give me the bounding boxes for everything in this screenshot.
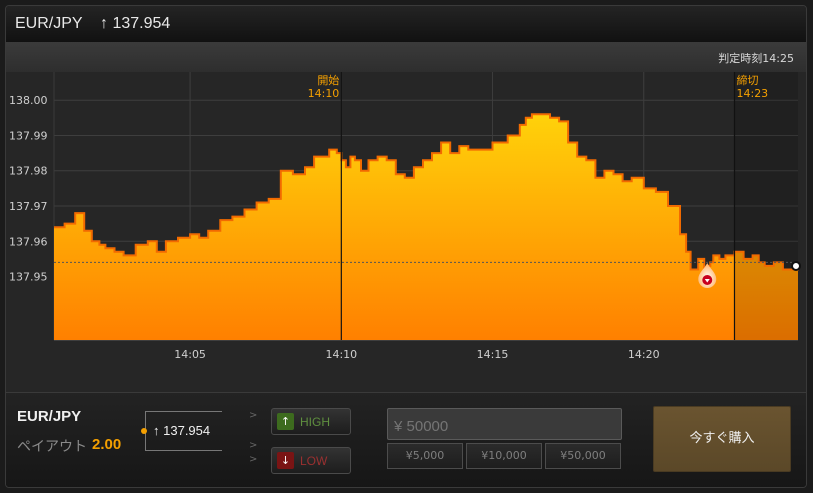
rate-area <box>54 114 798 340</box>
buy-now-button[interactable]: 今すぐ購入 <box>653 406 791 472</box>
close-label: 締切 <box>736 73 758 87</box>
x-tick-label: 14:05 <box>174 348 206 361</box>
panel-header: EUR/JPY ↑ 137.954 <box>6 6 806 43</box>
order-rate: ↑ 137.954 <box>153 423 210 438</box>
payout-label: ペイアウト <box>17 439 87 455</box>
close-time: 14:23 <box>736 87 768 100</box>
up-arrow-icon: ↑ <box>100 15 108 32</box>
current-rate-header: ↑ 137.954 <box>100 15 170 33</box>
chart-area: 判定時刻14:25 開始 14:10 締切 14:23 137.95 137.96 137… <box>6 42 806 392</box>
high-label: HIGH <box>300 415 330 429</box>
up-arrow-icon: ↑ <box>153 423 160 438</box>
order-panel: EUR/JPY ペイアウト 2.00 ↑ 137.954 > > > ↑ HIG… <box>6 392 806 487</box>
payout-value: 2.00 <box>92 436 122 453</box>
chevron-right-icon: > <box>249 454 258 465</box>
high-button[interactable]: ↑ HIGH <box>271 408 351 435</box>
y-tick-label: 137.98 <box>9 165 48 178</box>
quick-amount-10000-button[interactable]: ¥10,000 <box>466 443 542 469</box>
trading-panel: EUR/JPY ↑ 137.954 判定時刻14:25 開始 14:10 締切 … <box>5 5 807 488</box>
low-button[interactable]: ↓ LOW <box>271 447 351 474</box>
x-tick-label: 14:15 <box>477 348 509 361</box>
low-label: LOW <box>300 454 328 468</box>
current-point-marker <box>791 260 801 271</box>
down-arrow-icon: ↓ <box>277 452 294 469</box>
y-tick-label: 137.96 <box>9 235 48 248</box>
y-tick-label: 137.99 <box>9 129 48 142</box>
rate-chart: 開始14:10締切14:23 137.95137.96137.97137.981… <box>9 72 801 361</box>
chevron-right-icon: > <box>249 440 258 451</box>
y-tick-label: 137.97 <box>9 200 48 213</box>
judge-time: 判定時刻14:25 <box>718 52 794 65</box>
rate-dot-icon <box>141 428 147 434</box>
post-close-shade <box>734 72 798 340</box>
quick-amount-5000-button[interactable]: ¥5,000 <box>387 443 463 469</box>
y-tick-label: 137.95 <box>9 271 48 284</box>
x-tick-label: 14:20 <box>628 348 660 361</box>
start-time: 14:10 <box>308 87 340 100</box>
up-arrow-icon: ↑ <box>277 413 294 430</box>
judge-time-bar: 判定時刻14:25 <box>6 42 806 72</box>
x-tick-label: 14:10 <box>325 348 357 361</box>
y-tick-label: 138.00 <box>9 94 48 107</box>
chevron-right-icon: > <box>249 410 258 421</box>
amount-input[interactable] <box>387 408 622 440</box>
order-rate-value: 137.954 <box>163 423 211 438</box>
pair-title: EUR/JPY <box>15 15 83 32</box>
start-label: 開始 <box>317 73 339 87</box>
current-rate-value: 137.954 <box>112 15 171 32</box>
order-pair: EUR/JPY <box>17 408 82 425</box>
quick-amount-50000-button[interactable]: ¥50,000 <box>545 443 621 469</box>
